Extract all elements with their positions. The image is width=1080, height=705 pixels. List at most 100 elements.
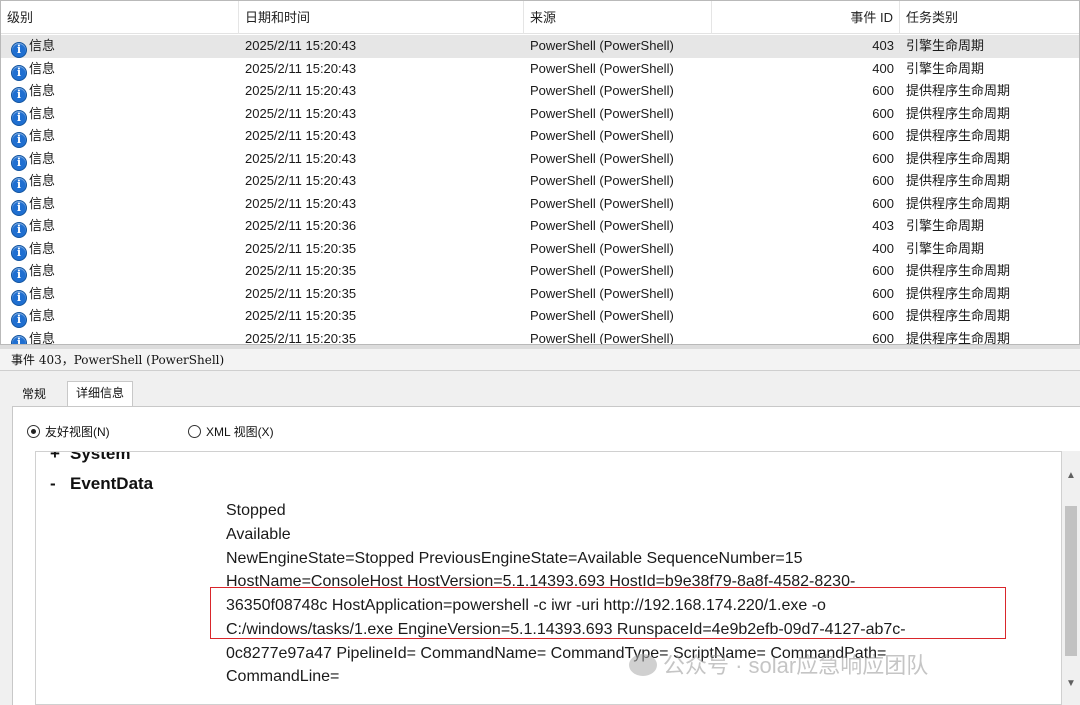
table-row[interactable]: i 信息 2025/2/11 15:20:43 PowerShell (PowerSh… bbox=[1, 35, 1079, 58]
row-source: PowerShell (PowerShell) bbox=[530, 263, 674, 278]
table-row[interactable]: i 信息 2025/2/11 15:20:43 PowerShell (PowerSh… bbox=[1, 80, 1079, 103]
detail-scrollbar[interactable]: ▲ ▼ bbox=[1062, 451, 1080, 705]
row-level: i 信息 bbox=[11, 170, 56, 193]
event-data-line: HostName=ConsoleHost HostVersion=5.1.143… bbox=[226, 573, 856, 590]
info-icon: i bbox=[11, 109, 27, 126]
row-source: PowerShell (PowerShell) bbox=[530, 38, 674, 53]
row-level: i 信息 bbox=[11, 80, 56, 103]
row-level: i 信息 bbox=[11, 35, 55, 58]
row-level-text: 信息 bbox=[29, 150, 56, 166]
table-row[interactable]: i 信息 2025/2/11 15:20:35 PowerShell (PowerSh… bbox=[1, 328, 1079, 345]
scroll-up-icon[interactable]: ▲ bbox=[1062, 467, 1080, 485]
column-header-event-id[interactable]: 事件 ID bbox=[712, 1, 900, 34]
row-date: 2025/2/11 15:20:43 bbox=[245, 38, 357, 53]
row-task: 提供程序生命周期 bbox=[906, 308, 1011, 323]
wechat-logo-icon bbox=[629, 654, 657, 676]
table-row[interactable]: i 信息 2025/2/11 15:20:35 PowerShell (PowerSh… bbox=[1, 283, 1079, 306]
table-row[interactable]: i 信息 2025/2/11 15:20:35 PowerShell (PowerSh… bbox=[1, 260, 1079, 283]
row-date: 2025/2/11 15:20:43 bbox=[245, 150, 357, 166]
row-event-id: 600 bbox=[872, 128, 894, 143]
xml-view-label: XML 视图(X) bbox=[206, 425, 274, 439]
event-data-line: 36350f08748c HostApplication=powershell … bbox=[226, 597, 826, 614]
event-list: 级别 日期和时间 来源 事件 ID 任务类别 i 信息 2025/2/11 15:2… bbox=[0, 0, 1080, 345]
row-date: 2025/2/11 15:20:35 bbox=[245, 263, 357, 278]
table-row[interactable]: i 信息 2025/2/11 15:20:35 PowerShell (PowerSh… bbox=[1, 305, 1079, 328]
row-date: 2025/2/11 15:20:43 bbox=[245, 195, 357, 211]
row-level-text: 信息 bbox=[29, 218, 56, 233]
row-date: 2025/2/11 15:20:35 bbox=[245, 330, 357, 345]
row-level-text: 信息 bbox=[29, 83, 56, 98]
table-row[interactable]: i 信息 2025/2/11 15:20:43 PowerShell (PowerSh… bbox=[1, 170, 1079, 193]
row-event-id: 400 bbox=[872, 60, 894, 76]
info-icon: i bbox=[11, 64, 27, 81]
row-level: i 信息 bbox=[11, 215, 56, 238]
info-icon: i bbox=[11, 267, 27, 283]
tab-details[interactable]: 详细信息 bbox=[67, 381, 134, 407]
table-row[interactable]: i 信息 2025/2/11 15:20:43 PowerShell (PowerSh… bbox=[1, 125, 1079, 148]
row-event-id: 600 bbox=[872, 195, 894, 211]
table-row[interactable]: i 信息 2025/2/11 15:20:43 PowerShell (PowerSh… bbox=[1, 58, 1079, 81]
row-event-id: 600 bbox=[872, 285, 894, 301]
row-event-id: 600 bbox=[872, 263, 894, 278]
column-header-date[interactable]: 日期和时间 bbox=[239, 1, 524, 34]
tree-node-eventdata-label: EventData bbox=[70, 474, 154, 493]
row-source: PowerShell (PowerShell) bbox=[530, 105, 674, 121]
row-date: 2025/2/11 15:20:36 bbox=[245, 218, 357, 233]
event-data-line: NewEngineState=Stopped PreviousEngineSta… bbox=[226, 550, 803, 567]
event-data-line: C:/windows/tasks/1.exe EngineVersion=5.1… bbox=[226, 621, 906, 638]
scroll-down-icon[interactable]: ▼ bbox=[1062, 675, 1080, 693]
row-level: i 信息 bbox=[11, 193, 56, 216]
row-level-text: 信息 bbox=[29, 195, 56, 211]
column-header-source[interactable]: 来源 bbox=[524, 1, 712, 34]
row-date: 2025/2/11 15:20:43 bbox=[245, 60, 357, 76]
row-level-text: 信息 bbox=[29, 60, 56, 76]
info-icon: i bbox=[11, 289, 27, 306]
table-row[interactable]: i 信息 2025/2/11 15:20:35 PowerShell (PowerSh… bbox=[1, 238, 1079, 261]
radio-selected-icon bbox=[27, 425, 40, 438]
info-icon: i bbox=[11, 42, 27, 58]
row-date: 2025/2/11 15:20:35 bbox=[245, 285, 357, 301]
table-row[interactable]: i 信息 2025/2/11 15:20:36 PowerShell (PowerSh… bbox=[1, 215, 1079, 238]
tab-general[interactable]: 常规 bbox=[14, 383, 55, 407]
row-source: PowerShell (PowerShell) bbox=[530, 330, 674, 345]
row-level-text: 信息 bbox=[29, 173, 56, 188]
row-task: 提供程序生命周期 bbox=[906, 285, 1011, 301]
tree-node-system[interactable]: + System bbox=[50, 452, 130, 464]
row-task: 提供程序生命周期 bbox=[906, 263, 1011, 278]
event-data-line: CommandLine= bbox=[226, 668, 340, 685]
info-icon: i bbox=[11, 87, 27, 103]
row-level: i 信息 bbox=[11, 305, 55, 328]
row-source: PowerShell (PowerShell) bbox=[530, 150, 674, 166]
row-event-id: 600 bbox=[872, 150, 894, 166]
row-event-id: 600 bbox=[872, 105, 894, 121]
row-event-id: 403 bbox=[872, 38, 894, 53]
row-date: 2025/2/11 15:20:35 bbox=[245, 240, 357, 256]
info-icon: i bbox=[11, 334, 27, 344]
friendly-view-radio[interactable]: 友好视图(N) bbox=[27, 423, 110, 440]
column-header-task[interactable]: 任务类别 bbox=[900, 1, 1079, 34]
table-row[interactable]: i 信息 2025/2/11 15:20:43 PowerShell (PowerSh… bbox=[1, 193, 1079, 216]
collapse-icon[interactable]: - bbox=[50, 474, 70, 494]
radio-unselected-icon bbox=[188, 425, 201, 438]
row-level: i 信息 bbox=[11, 238, 55, 261]
row-task: 引擎生命周期 bbox=[906, 218, 985, 233]
row-level-text: 信息 bbox=[29, 263, 56, 278]
row-task: 提供程序生命周期 bbox=[906, 173, 1011, 188]
table-row[interactable]: i 信息 2025/2/11 15:20:43 PowerShell (PowerSh… bbox=[1, 103, 1079, 126]
info-icon: i bbox=[11, 312, 27, 328]
xml-view-radio[interactable]: XML 视图(X) bbox=[188, 423, 274, 440]
scroll-thumb[interactable] bbox=[1065, 506, 1077, 656]
event-data-line: Available bbox=[226, 526, 291, 543]
row-level: i 信息 bbox=[11, 283, 55, 306]
row-level: i 信息 bbox=[11, 125, 55, 148]
column-header-level[interactable]: 级别 bbox=[1, 1, 239, 34]
row-task: 提供程序生命周期 bbox=[906, 195, 1011, 211]
row-source: PowerShell (PowerShell) bbox=[530, 128, 674, 143]
expand-icon[interactable]: + bbox=[50, 452, 70, 464]
info-icon: i bbox=[11, 244, 27, 261]
table-row[interactable]: i 信息 2025/2/11 15:20:43 PowerShell (PowerSh… bbox=[1, 148, 1079, 171]
tree-node-eventdata[interactable]: - EventData bbox=[50, 474, 153, 494]
event-list-header: 级别 日期和时间 来源 事件 ID 任务类别 bbox=[1, 1, 1079, 34]
info-icon: i bbox=[11, 199, 27, 216]
row-source: PowerShell (PowerShell) bbox=[530, 173, 674, 188]
